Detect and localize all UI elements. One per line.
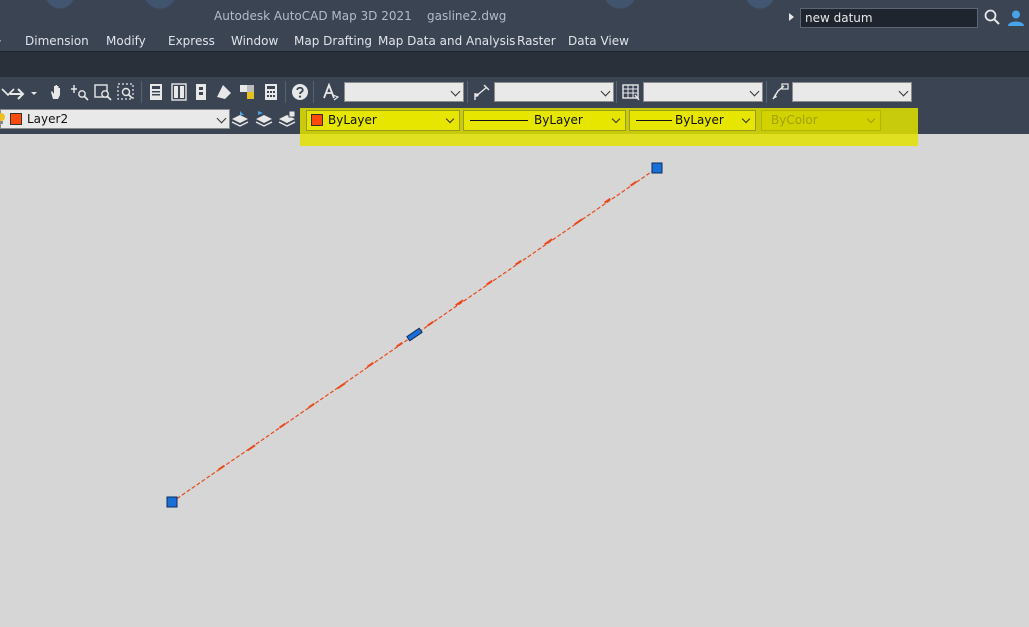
multileader-style-combo[interactable] [792, 82, 912, 102]
zoom-previous-icon[interactable] [117, 83, 135, 101]
linetype-control-combo[interactable]: ByLayer [463, 110, 626, 131]
end-grip-handle[interactable] [651, 162, 663, 174]
make-object-layer-current-icon[interactable] [231, 110, 249, 128]
redo-dropdown-icon[interactable] [29, 85, 39, 103]
table-style-icon[interactable] [622, 83, 640, 101]
zoom-window-icon[interactable] [94, 83, 112, 101]
color-control-combo[interactable]: ByLayer [306, 110, 460, 131]
pan-hand-icon[interactable] [48, 83, 66, 101]
layer-name: Layer2 [27, 112, 69, 126]
help-icon[interactable] [291, 83, 309, 101]
start-grip-handle[interactable] [166, 496, 178, 508]
multileader-style-icon[interactable] [771, 83, 789, 101]
menu-raster[interactable]: Raster [517, 34, 556, 48]
line-label-mark [544, 238, 553, 246]
ribbon-strip [0, 51, 1029, 78]
design-center-icon[interactable] [170, 83, 188, 101]
midpoint-grip-handle[interactable] [406, 327, 423, 342]
line-label-mark [426, 320, 434, 327]
dimension-style-combo[interactable] [494, 82, 614, 102]
linetype-sample [470, 120, 528, 121]
zoom-realtime-icon[interactable] [71, 83, 89, 101]
toolbar-separator [616, 81, 617, 103]
user-icon[interactable] [1007, 9, 1025, 27]
line-label-mark [366, 361, 374, 368]
table-style-combo[interactable] [643, 82, 763, 102]
layer-combo[interactable]: Layer2 [0, 109, 230, 129]
lineweight-sample [636, 120, 672, 121]
layer-previous-icon[interactable] [255, 110, 273, 128]
menu-dimension[interactable]: Dimension [25, 34, 89, 48]
plot-style-control-label: ByColor [771, 113, 818, 127]
dimension-style-icon[interactable] [473, 83, 491, 101]
menu-map-drafting[interactable]: Map Drafting [294, 34, 372, 48]
quickcalc-icon[interactable] [262, 83, 280, 101]
menu-bar: · Dimension Modify Express Window Map Dr… [0, 33, 1029, 51]
toolbar-separator [285, 81, 286, 103]
plot-style-control-combo: ByColor [761, 110, 881, 131]
drawing-canvas[interactable] [0, 146, 1029, 627]
line-label-mark [337, 382, 346, 390]
text-style-icon[interactable] [322, 83, 340, 101]
text-style-combo[interactable] [344, 82, 464, 102]
menu-window[interactable]: Window [231, 34, 278, 48]
window-title: Autodesk AutoCAD Map 3D 2021 gasline2.dw… [214, 9, 507, 23]
layer-on-bulb-icon [0, 113, 5, 124]
color-control-label: ByLayer [328, 113, 377, 127]
properties-icon[interactable] [147, 83, 165, 101]
menu-modify[interactable]: Modify [106, 34, 146, 48]
line-label-mark [307, 402, 315, 409]
toolbar-separator [313, 81, 314, 103]
lineweight-control-label: ByLayer [675, 113, 724, 127]
lineweight-control-combo[interactable]: ByLayer [629, 110, 756, 131]
tool-palettes-icon[interactable] [193, 83, 211, 101]
linetype-control-label: ByLayer [534, 113, 583, 127]
menu-express[interactable]: Express [168, 34, 215, 48]
line-label-mark [217, 464, 225, 471]
menu-map-data-and-analysis[interactable]: Map Data and Analysis [378, 34, 515, 48]
line-label-mark [395, 341, 403, 348]
color-swatch [311, 114, 323, 126]
search-input[interactable] [800, 8, 978, 28]
menu-data-view[interactable]: Data View [568, 34, 629, 48]
line-label-mark [455, 299, 464, 307]
title-bar: Autodesk AutoCAD Map 3D 2021 gasline2.dw… [0, 0, 1029, 33]
layer-state-icon[interactable] [278, 110, 296, 128]
search-icon[interactable] [984, 9, 1000, 25]
line-label-mark [278, 422, 286, 429]
line-label-mark [629, 180, 637, 187]
gas-line-labels [217, 180, 637, 471]
toolbar-separator [766, 81, 767, 103]
redo-icon[interactable] [8, 83, 26, 101]
toolbar-separator [141, 81, 142, 103]
search-expand-arrow-icon[interactable] [789, 13, 794, 21]
line-label-mark [514, 259, 522, 266]
line-label-mark [485, 279, 493, 286]
line-label-mark [247, 444, 256, 452]
toolbar-separator [467, 81, 468, 103]
menu-cut-edge-icon: · [0, 34, 2, 48]
markup-set-manager-icon[interactable] [238, 83, 256, 101]
layer-color-swatch [10, 113, 22, 125]
sheet-set-manager-icon[interactable] [215, 83, 233, 101]
line-label-mark [574, 218, 583, 226]
